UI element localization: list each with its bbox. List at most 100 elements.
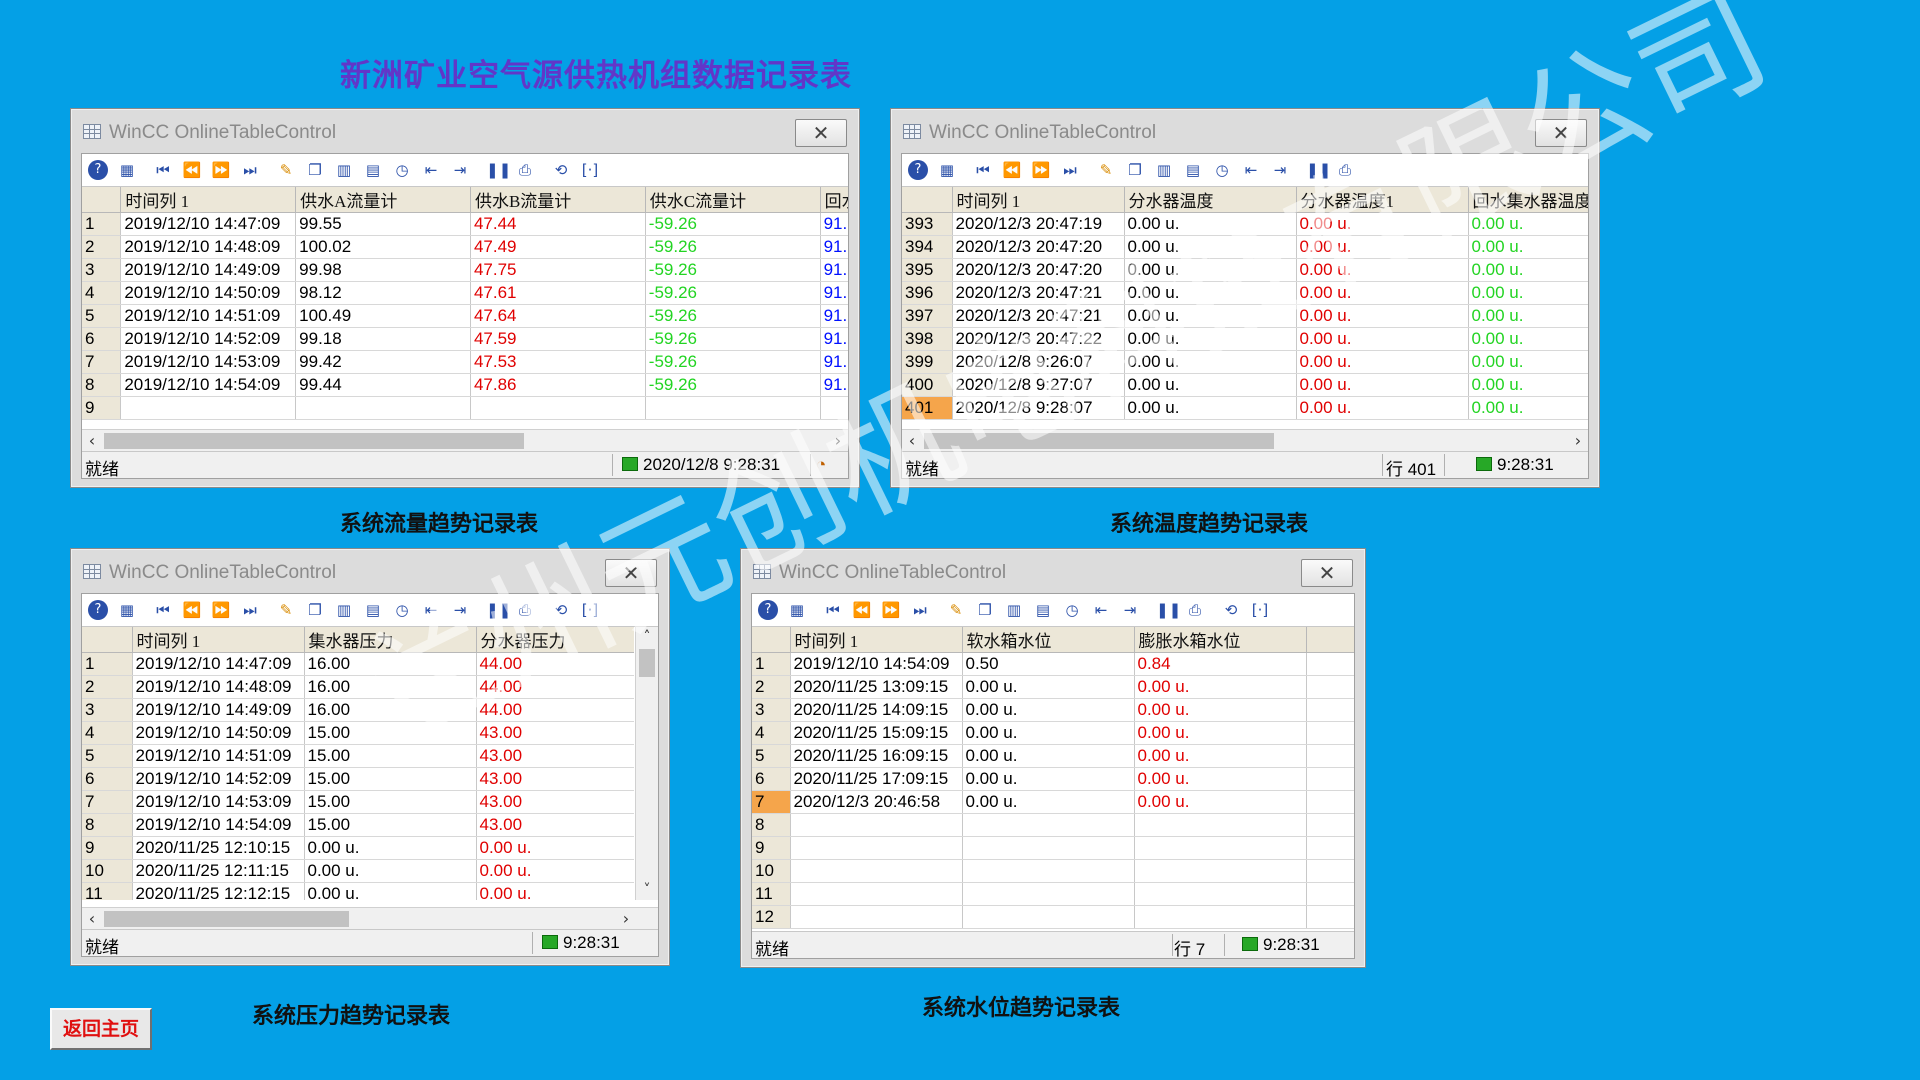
table-cell[interactable]: -59.26 <box>645 258 821 282</box>
table-row[interactable]: 9 <box>752 836 1354 860</box>
stop-icon[interactable]: ❚❚ <box>486 600 511 620</box>
row-number-cell[interactable]: 9 <box>82 396 122 420</box>
table-cell[interactable]: 0.00 u. <box>1296 396 1469 420</box>
row-number-cell[interactable]: 10 <box>752 859 791 883</box>
table-cell[interactable]: 0.00 u. <box>962 744 1135 768</box>
table-cell[interactable]: 43.00 <box>476 721 634 745</box>
table-cell[interactable]: 0.00 u. <box>1124 281 1297 305</box>
table-cell[interactable] <box>962 859 1135 883</box>
row-number-cell[interactable]: 5 <box>82 744 133 768</box>
table-cell[interactable] <box>1306 813 1354 837</box>
scroll-left-icon[interactable]: ‹ <box>902 430 922 452</box>
last-record-icon[interactable]: ⏭ <box>240 160 260 180</box>
table-cell[interactable]: 99.42 <box>295 350 471 374</box>
table-cell[interactable]: 0.00 u. <box>1124 258 1297 282</box>
table-cell[interactable]: 2019/12/10 14:50:09 <box>120 281 297 305</box>
table-cell[interactable]: 0.00 u. <box>962 721 1135 745</box>
table-cell[interactable]: 0.00 u. <box>476 836 634 860</box>
table-cell[interactable]: 91.7 <box>820 373 848 397</box>
table-cell[interactable]: 47.59 <box>470 327 646 351</box>
table-cell[interactable] <box>1306 675 1354 699</box>
time-range-icon[interactable]: ◷ <box>1212 160 1232 180</box>
table-cell[interactable]: 0.00 u. <box>1134 698 1307 722</box>
row-number-cell[interactable]: 397 <box>902 304 953 328</box>
table-cell[interactable]: 2019/12/10 14:51:09 <box>120 304 297 328</box>
table-row[interactable]: 4 2019/12/10 14:50:09 15.00 43.00 <box>82 721 634 745</box>
table-row[interactable]: 7 2019/12/10 14:53:09 15.00 43.00 <box>82 790 634 814</box>
previous-record-icon[interactable]: ⏪ <box>182 600 202 620</box>
row-number-cell[interactable]: 7 <box>752 790 791 814</box>
table-cell[interactable]: 16.00 <box>304 675 477 699</box>
table-row[interactable]: 398 2020/12/3 20:47:22 0.00 u. 0.00 u. 0.00 … <box>902 327 1588 351</box>
table-cell[interactable]: -59.26 <box>645 327 821 351</box>
row-number-header[interactable] <box>82 187 122 213</box>
row-number-cell[interactable]: 1 <box>82 212 122 236</box>
table-cell[interactable]: 100.49 <box>295 304 471 328</box>
edit-icon[interactable]: ✎ <box>1096 160 1116 180</box>
row-number-cell[interactable]: 11 <box>752 882 791 906</box>
table-cell[interactable] <box>1306 721 1354 745</box>
table-cell[interactable]: 0.00 u. <box>1468 327 1588 351</box>
table-cell[interactable]: 0.00 u. <box>1296 258 1469 282</box>
scrollbar-thumb[interactable] <box>104 433 524 449</box>
horizontal-scrollbar[interactable]: ‹ › <box>82 429 848 452</box>
row-number-cell[interactable]: 399 <box>902 350 953 374</box>
table-cell[interactable]: 0.00 u. <box>962 790 1135 814</box>
close-button[interactable]: ✕ <box>605 559 657 587</box>
table-cell[interactable]: 2019/12/10 14:52:09 <box>132 767 305 791</box>
table-cell[interactable]: 2019/12/10 14:54:09 <box>120 373 297 397</box>
table-row[interactable]: 2 2019/12/10 14:48:09 16.00 44.00 <box>82 675 634 699</box>
table-row[interactable]: 396 2020/12/3 20:47:21 0.00 u. 0.00 u. 0.00 … <box>902 281 1588 305</box>
next-column-icon[interactable]: ⇥ <box>450 600 470 620</box>
next-record-icon[interactable]: ⏩ <box>211 600 231 620</box>
table-cell[interactable]: 91.8 <box>820 258 848 282</box>
row-number-header[interactable] <box>752 627 791 653</box>
table-cell[interactable] <box>1306 698 1354 722</box>
table-cell[interactable] <box>962 905 1135 929</box>
table-cell[interactable] <box>962 836 1135 860</box>
table-cell[interactable]: 15.00 <box>304 790 477 814</box>
table-cell[interactable]: 47.53 <box>470 350 646 374</box>
row-number-cell[interactable]: 9 <box>82 836 133 860</box>
flow-window-titlebar[interactable]: WinCC OnlineTableControl ✕ <box>81 117 847 147</box>
table-cell[interactable]: 16.00 <box>304 698 477 722</box>
table-cell[interactable]: 47.75 <box>470 258 646 282</box>
table-cell[interactable]: -59.26 <box>645 350 821 374</box>
table-cell[interactable]: 100.02 <box>295 235 471 259</box>
export-icon[interactable]: ⟲ <box>551 600 571 620</box>
table-cell[interactable]: 0.00 u. <box>1124 235 1297 259</box>
help-icon[interactable]: ? <box>758 600 778 620</box>
help-icon[interactable]: ? <box>88 600 108 620</box>
row-number-cell[interactable]: 6 <box>752 767 791 791</box>
table-cell[interactable]: 2020/11/25 13:09:15 <box>790 675 963 699</box>
table-cell[interactable]: 0.00 u. <box>1296 212 1469 236</box>
table-row[interactable]: 397 2020/12/3 20:47:21 0.00 u. 0.00 u. 0.00 … <box>902 304 1588 328</box>
previous-column-icon[interactable]: ⇤ <box>1091 600 1111 620</box>
row-number-header[interactable] <box>902 187 953 213</box>
table-cell[interactable]: 0.00 u. <box>304 882 477 900</box>
row-number-cell[interactable]: 2 <box>752 675 791 699</box>
table-cell[interactable] <box>790 813 963 837</box>
table-cell[interactable]: 0.50 <box>962 652 1135 676</box>
previous-record-icon[interactable]: ⏪ <box>182 160 202 180</box>
table-cell[interactable]: -59.26 <box>645 235 821 259</box>
last-record-icon[interactable]: ⏭ <box>240 600 260 620</box>
table-cell[interactable]: 0.00 u. <box>1296 327 1469 351</box>
table-cell[interactable]: 0.00 u. <box>1134 675 1307 699</box>
table-row[interactable]: 10 2020/11/25 12:11:15 0.00 u. 0.00 u. <box>82 859 634 883</box>
statistics-area-icon[interactable]: [·] <box>580 600 600 620</box>
table-cell[interactable]: 47.44 <box>470 212 646 236</box>
row-number-cell[interactable]: 9 <box>752 836 791 860</box>
table-cell[interactable]: 47.61 <box>470 281 646 305</box>
table-cell[interactable]: -59.26 <box>645 281 821 305</box>
row-number-cell[interactable]: 4 <box>752 721 791 745</box>
horizontal-scrollbar[interactable]: ‹ › <box>82 907 658 930</box>
help-icon[interactable]: ? <box>908 160 928 180</box>
table-cell[interactable]: 0.00 u. <box>476 882 634 900</box>
table-cell[interactable]: 2020/11/25 12:10:15 <box>132 836 305 860</box>
row-number-cell[interactable]: 394 <box>902 235 953 259</box>
table-cell[interactable]: 2019/12/10 14:48:09 <box>120 235 297 259</box>
table-row[interactable]: 11 2020/11/25 12:12:15 0.00 u. 0.00 u. <box>82 882 634 900</box>
last-record-icon[interactable]: ⏭ <box>1060 160 1080 180</box>
config-icon[interactable]: ▦ <box>787 600 807 620</box>
